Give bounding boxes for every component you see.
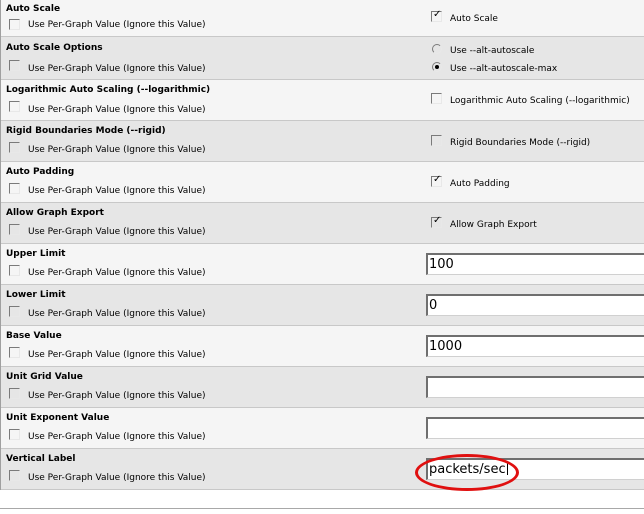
per-graph-checkbox[interactable] xyxy=(9,306,20,317)
per-graph-label: Use Per-Graph Value (Ignore this Value) xyxy=(28,391,206,401)
per-graph-label: Use Per-Graph Value (Ignore this Value) xyxy=(28,309,206,319)
per-graph-checkbox[interactable] xyxy=(9,142,20,153)
per-graph-checkbox[interactable] xyxy=(9,60,20,71)
per-graph-checkbox[interactable] xyxy=(9,347,20,358)
row-title: Unit Grid Value xyxy=(6,372,83,382)
row-auto-padding: Auto Padding Use Per-Graph Value (Ignore… xyxy=(1,162,644,203)
per-graph-checkbox[interactable] xyxy=(9,388,20,399)
per-graph-label: Use Per-Graph Value (Ignore this Value) xyxy=(28,227,206,237)
per-graph-label: Use Per-Graph Value (Ignore this Value) xyxy=(28,350,206,360)
unit-grid-input[interactable] xyxy=(426,376,644,398)
alt-autoscale-label: Use --alt-autoscale xyxy=(450,46,535,56)
row-title: Rigid Boundaries Mode (--rigid) xyxy=(6,126,166,136)
alt-autoscale-max-radio[interactable] xyxy=(432,62,442,72)
auto-padding-label: Auto Padding xyxy=(450,179,510,189)
per-graph-label: Use Per-Graph Value (Ignore this Value) xyxy=(28,20,206,30)
row-title: Upper Limit xyxy=(6,249,66,259)
per-graph-checkbox[interactable] xyxy=(9,429,20,440)
per-graph-label: Use Per-Graph Value (Ignore this Value) xyxy=(28,268,206,278)
upper-limit-input[interactable]: 100 xyxy=(426,253,644,275)
row-rigid: Rigid Boundaries Mode (--rigid) Use Per-… xyxy=(1,121,644,162)
row-unit-exponent: Unit Exponent Value Use Per-Graph Value … xyxy=(1,408,644,449)
vertical-label-input[interactable]: packets/sec xyxy=(426,458,644,480)
bottom-border xyxy=(0,508,644,514)
auto-scale-label: Auto Scale xyxy=(450,14,498,24)
row-title: Logarithmic Auto Scaling (--logarithmic) xyxy=(6,85,211,95)
alt-autoscale-radio[interactable] xyxy=(432,44,442,54)
logarithmic-label: Logarithmic Auto Scaling (--logarithmic) xyxy=(450,96,630,106)
per-graph-checkbox[interactable] xyxy=(9,101,20,112)
auto-scale-checkbox[interactable]: ✓ xyxy=(431,9,442,22)
row-title: Allow Graph Export xyxy=(6,208,104,218)
lower-limit-input[interactable]: 0 xyxy=(426,294,644,316)
graph-export-label: Allow Graph Export xyxy=(450,220,537,230)
row-unit-grid: Unit Grid Value Use Per-Graph Value (Ign… xyxy=(1,367,644,408)
auto-padding-checkbox[interactable]: ✓ xyxy=(431,174,442,187)
per-graph-label: Use Per-Graph Value (Ignore this Value) xyxy=(28,186,206,196)
per-graph-checkbox[interactable] xyxy=(9,470,20,481)
row-lower-limit: Lower Limit Use Per-Graph Value (Ignore … xyxy=(1,285,644,326)
vertical-label-text: packets/sec xyxy=(429,462,506,477)
row-vertical-label: Vertical Label Use Per-Graph Value (Igno… xyxy=(1,449,644,490)
radio-dot-icon xyxy=(435,65,439,69)
row-graph-export: Allow Graph Export Use Per-Graph Value (… xyxy=(1,203,644,244)
graph-export-checkbox[interactable]: ✓ xyxy=(431,215,442,228)
row-title: Auto Padding xyxy=(6,167,75,177)
text-cursor-icon xyxy=(506,461,508,475)
per-graph-label: Use Per-Graph Value (Ignore this Value) xyxy=(28,473,206,483)
logarithmic-checkbox[interactable] xyxy=(431,93,442,104)
per-graph-label: Use Per-Graph Value (Ignore this Value) xyxy=(28,105,206,115)
base-value-input[interactable]: 1000 xyxy=(426,335,644,357)
row-title: Auto Scale xyxy=(6,4,61,14)
row-auto-scale: Auto Scale Use Per-Graph Value (Ignore t… xyxy=(1,0,644,37)
per-graph-label: Use Per-Graph Value (Ignore this Value) xyxy=(28,145,206,155)
row-title: Vertical Label xyxy=(6,454,76,464)
row-title: Base Value xyxy=(6,331,62,341)
per-graph-checkbox[interactable] xyxy=(9,265,20,276)
row-title: Lower Limit xyxy=(6,290,66,300)
row-base-value: Base Value Use Per-Graph Value (Ignore t… xyxy=(1,326,644,367)
alt-autoscale-max-label: Use --alt-autoscale-max xyxy=(450,64,558,74)
row-title: Auto Scale Options xyxy=(6,43,103,53)
per-graph-checkbox[interactable] xyxy=(9,224,20,235)
rigid-label: Rigid Boundaries Mode (--rigid) xyxy=(450,138,591,148)
unit-exponent-input[interactable] xyxy=(426,417,644,439)
per-graph-label: Use Per-Graph Value (Ignore this Value) xyxy=(28,64,206,74)
row-title: Unit Exponent Value xyxy=(6,413,110,423)
per-graph-label: Use Per-Graph Value (Ignore this Value) xyxy=(28,432,206,442)
rigid-checkbox[interactable] xyxy=(431,135,442,146)
checkmark-icon: ✓ xyxy=(433,9,442,20)
row-upper-limit: Upper Limit Use Per-Graph Value (Ignore … xyxy=(1,244,644,285)
per-graph-checkbox[interactable] xyxy=(9,19,20,30)
checkmark-icon: ✓ xyxy=(433,215,442,226)
row-logarithmic: Logarithmic Auto Scaling (--logarithmic)… xyxy=(1,80,644,121)
checkmark-icon: ✓ xyxy=(433,174,442,185)
graph-options-form: Auto Scale Use Per-Graph Value (Ignore t… xyxy=(0,0,644,490)
row-auto-scale-options: Auto Scale Options Use Per-Graph Value (… xyxy=(1,37,644,80)
per-graph-checkbox[interactable] xyxy=(9,183,20,194)
